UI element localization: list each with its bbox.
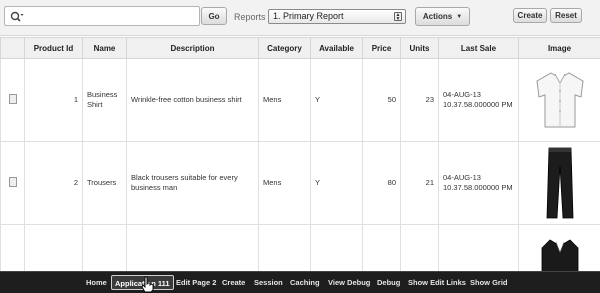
cell-available: Y <box>310 141 363 225</box>
actions-label: Actions <box>422 12 453 21</box>
create-button[interactable]: Create <box>513 8 547 23</box>
search-input[interactable] <box>29 9 195 23</box>
cell-units: 23 <box>400 58 439 142</box>
cell-price: 80 <box>362 141 401 225</box>
cell-units <box>400 224 439 275</box>
header-last-sale[interactable]: Last Sale <box>438 37 519 59</box>
search-box[interactable] <box>4 6 200 26</box>
actions-button[interactable]: Actions ▼ <box>415 7 470 26</box>
select-arrows-icon: ▲ ▼ <box>394 12 402 22</box>
cell-image <box>518 141 600 225</box>
caret-down-icon: ▼ <box>456 13 463 20</box>
reset-button[interactable]: Reset <box>550 8 582 23</box>
edit-link[interactable] <box>0 224 25 275</box>
hand-cursor-icon <box>141 276 154 293</box>
edit-link[interactable] <box>0 141 25 225</box>
header-description[interactable]: Description <box>126 37 259 59</box>
go-button[interactable]: Go <box>201 7 227 25</box>
cell-price <box>362 224 401 275</box>
search-icon[interactable] <box>10 11 24 23</box>
report-select-value: 1. Primary Report <box>273 11 344 21</box>
table-header-row: Product Id Name Description Category Ava… <box>0 37 600 59</box>
devbar-view-debug[interactable]: View Debug <box>328 278 370 287</box>
cell-name <box>82 224 127 275</box>
document-icon[interactable] <box>8 176 17 187</box>
white-shirt-image <box>535 72 584 128</box>
cell-description: Black trousers suitable for every busine… <box>126 141 259 225</box>
cell-last-sale: 04-AUG-13 10.37.58.000000 PM <box>438 58 519 142</box>
edit-link[interactable] <box>0 58 25 142</box>
devbar-session[interactable]: Session <box>254 278 283 287</box>
cell-description: Wrinkle-free cotton business shirt <box>126 58 259 142</box>
cell-category: Mens <box>258 141 311 225</box>
table-row: 2 Trousers Black trousers suitable for e… <box>0 141 600 225</box>
cell-category <box>258 224 311 275</box>
cell-available: Y <box>310 58 363 142</box>
cell-category: Mens <box>258 58 311 142</box>
cell-image <box>518 58 600 142</box>
header-units[interactable]: Units <box>400 37 439 59</box>
header-available[interactable]: Available <box>310 37 363 59</box>
header-category[interactable]: Category <box>258 37 311 59</box>
header-edit <box>0 37 25 59</box>
report-toolbar: Go Reports 1. Primary Report ▲ ▼ Actions … <box>0 0 600 36</box>
devbar-home[interactable]: Home <box>86 278 107 287</box>
devbar-caching[interactable]: Caching <box>290 278 320 287</box>
devbar-show-edit-links[interactable]: Show Edit Links <box>408 278 466 287</box>
cell-price: 50 <box>362 58 401 142</box>
devbar-edit-page[interactable]: Edit Page 2 <box>176 278 216 287</box>
header-product-id[interactable]: Product Id <box>24 37 83 59</box>
cell-product-id: 1 <box>24 58 83 142</box>
cell-available <box>310 224 363 275</box>
black-jacket-image <box>541 239 578 274</box>
header-price[interactable]: Price <box>362 37 401 59</box>
cell-name: Trousers <box>82 141 127 225</box>
report-table: Product Id Name Description Category Ava… <box>0 37 600 275</box>
table-row: 1 Business Shirt Wrinkle-free cotton bus… <box>0 58 600 142</box>
devbar-debug[interactable]: Debug <box>377 278 400 287</box>
devbar-show-grid[interactable]: Show Grid <box>470 278 508 287</box>
cell-product-id <box>24 224 83 275</box>
cell-last-sale <box>438 224 519 275</box>
cell-units: 21 <box>400 141 439 225</box>
cell-image <box>518 224 600 275</box>
table-row <box>0 224 600 275</box>
black-trousers-image <box>546 147 573 219</box>
document-icon[interactable] <box>8 93 17 104</box>
cell-description <box>126 224 259 275</box>
devbar-create[interactable]: Create <box>222 278 245 287</box>
cell-product-id: 2 <box>24 141 83 225</box>
cell-last-sale: 04-AUG-13 10.37.58.000000 PM <box>438 141 519 225</box>
developer-toolbar: Home Application 111 Edit Page 2 Create … <box>0 271 600 293</box>
cell-name: Business Shirt <box>82 58 127 142</box>
report-select[interactable]: 1. Primary Report ▲ ▼ <box>268 9 406 24</box>
header-image[interactable]: Image <box>518 37 600 59</box>
header-name[interactable]: Name <box>82 37 127 59</box>
reports-label: Reports <box>234 12 266 22</box>
